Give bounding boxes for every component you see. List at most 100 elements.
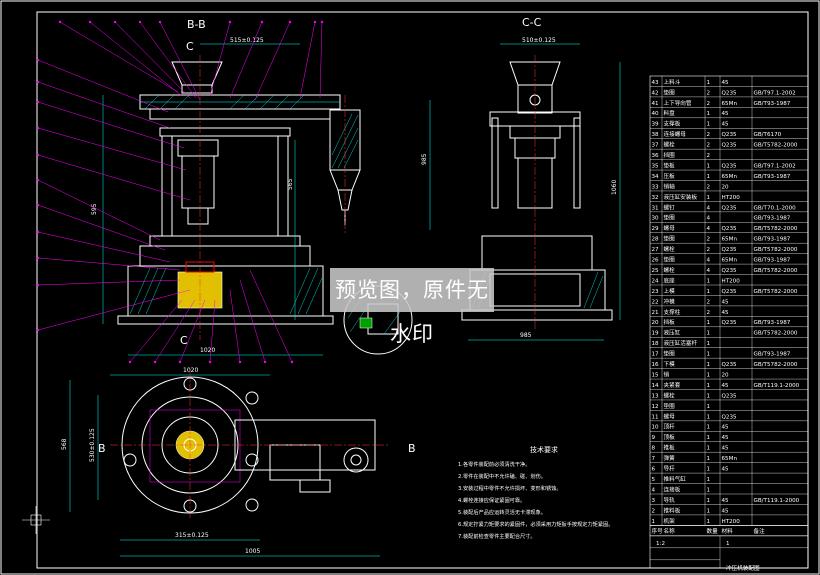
bom-cell-name: 液压缸安装板 [664, 193, 698, 201]
bom-cell-qty: 4 [707, 268, 711, 274]
bom-cell-note: GB/T6170 [754, 132, 782, 138]
bom-cell-note: GB/T5782-2000 [754, 247, 798, 253]
bom-cell-name: 上料斗 [664, 78, 681, 86]
dim-plan-bottom: 1005 [245, 548, 260, 555]
bom-cell-no: 40 [652, 111, 660, 117]
bom-cell-no: 12 [652, 404, 659, 410]
bom-cell-mat: Q235 [722, 289, 738, 295]
bom-cell-name: 螺栓 [664, 141, 676, 149]
dim-cc-height: 1060 [611, 180, 618, 195]
bom-cell-name: 支撑柱 [664, 308, 681, 316]
bom-cell-no: 20 [652, 320, 660, 326]
bom-cell-name: 挡板 [664, 318, 676, 326]
bom-cell-mat: 45 [722, 80, 730, 86]
bom-cell-note: GB/T93-1987 [754, 320, 791, 326]
ucs-icon [22, 506, 50, 534]
bom-cell-name: 冲模 [664, 297, 676, 305]
bom-cell-no: 37 [652, 143, 660, 149]
bom-cell-qty: 1 [707, 163, 711, 169]
bom-cell-mat: Q235 [722, 226, 738, 232]
bom-cell-qty: 1 [707, 111, 711, 117]
bom-cell-name: 底座 [664, 276, 676, 284]
bom-cell-no: 33 [652, 184, 660, 190]
bom-cell-no: 8 [652, 446, 656, 452]
dim-plan-inner: 315±0.125 [175, 532, 209, 539]
dim-top-width: 515±0.125 [230, 37, 264, 44]
cut-label-b-left: B [98, 442, 106, 455]
bom-cell-qty: 1 [707, 195, 711, 201]
bom-cell-no: 27 [652, 247, 660, 253]
bom-cell-name: 推料板 [664, 506, 681, 514]
bom-cell-no: 2 [652, 508, 656, 514]
bom-cell-qty: 2 [707, 184, 711, 190]
bom-cell-no: 19 [652, 331, 660, 337]
bom-cell-name: 顶板 [664, 433, 676, 441]
bom-cell-qty: 2 [707, 143, 711, 149]
bom-cell-no: 41 [652, 101, 660, 107]
bom-cell-qty: 2 [707, 299, 711, 305]
section-label-cc: C-C [522, 16, 542, 29]
bom-cell-note: GB/T70.1-2000 [754, 205, 797, 211]
bom-cell-no: 39 [652, 122, 660, 128]
bom-cell-qty: 1 [707, 341, 711, 347]
bom-cell-mat: Q235 [722, 132, 738, 138]
bom-cell-name: 液压缸 [664, 329, 681, 337]
bom-cell-qty: 4 [707, 216, 711, 222]
bom-cell-name: 导杆 [664, 465, 676, 473]
bom-cell-no: 16 [652, 362, 660, 368]
bom-cell-mat: Q235 [722, 320, 738, 326]
bom-cell-mat: Q235 [722, 143, 738, 149]
bom-cell-name: 垫圈 [664, 256, 676, 264]
bom-cell-note: GB/T5782-2000 [754, 289, 798, 295]
bom-header-name: 名称 [664, 527, 676, 535]
title-block-scale: 1:2 [656, 541, 665, 547]
tech-note-3: 3.安装过程中零件不允许损坏、变形和锈蚀。 [458, 484, 562, 492]
bom-cell-mat: 45 [722, 446, 730, 452]
bom-cell-no: 9 [652, 435, 656, 441]
bom-cell-qty: 2 [707, 132, 711, 138]
bom-cell-no: 1 [652, 519, 656, 525]
bom-cell-name: 垫板 [664, 161, 676, 169]
bom-cell-no: 25 [652, 268, 660, 274]
bom-cell-no: 18 [652, 341, 660, 347]
bom-cell-no: 29 [652, 226, 660, 232]
bom-cell-qty: 1 [707, 467, 711, 473]
bom-cell-no: 38 [652, 132, 660, 138]
tech-note-2: 2.零件在装配中不允许磕、碰、划伤。 [458, 472, 546, 480]
bom-cell-mat: HT200 [722, 278, 741, 284]
bom-cell-qty: 1 [707, 383, 711, 389]
bom-cell-qty: 1 [707, 174, 711, 180]
bom-cell-note: GB/T5782-2000 [754, 362, 798, 368]
bom-cell-no: 6 [652, 467, 656, 473]
bom-cell-qty: 4 [707, 205, 711, 211]
bom-cell-qty: 1 [707, 508, 711, 514]
bom-cell-mat: 65Mn [722, 101, 738, 107]
bom-cell-qty: 1 [707, 425, 711, 431]
bom-cell-note: GB/T93-1987 [754, 352, 791, 358]
bom-cell-name: 垫圈 [664, 350, 676, 358]
bom-cell-qty: 1 [707, 414, 711, 420]
section-label-bb: B-B [187, 18, 206, 31]
cut-label-c-top: C [186, 40, 194, 53]
bom-cell-note: GB/T93-1987 [754, 101, 791, 107]
bom-cell-no: 34 [652, 174, 660, 180]
bom-cell-mat: Q235 [722, 163, 738, 169]
dim-cc-top: 510±0.125 [522, 37, 556, 44]
bom-cell-name: 液压缸活塞杆 [664, 339, 698, 347]
watermark: 预览图，原件无水印 [330, 268, 494, 346]
dim-right-height: 985 [421, 153, 428, 165]
bom-cell-no: 10 [652, 425, 660, 431]
bom-cell-qty: 1 [707, 122, 711, 128]
tech-req-title: 技术要求 [530, 445, 558, 454]
dim-cc-bottom: 985 [520, 332, 532, 339]
dim-mid-height: 565 [287, 178, 294, 190]
tech-note-6: 6.规定拧紧力矩要求的紧固件，必须采用力矩扳手按规定力矩紧固。 [458, 520, 613, 528]
dim-front-total: 1020 [200, 347, 215, 354]
bom-cell-name: 垫圈 [664, 235, 676, 243]
bom-cell-mat: 45 [722, 111, 730, 117]
bom-cell-mat: 45 [722, 122, 730, 128]
bom-cell-qty: 2 [707, 153, 711, 159]
plan-view: 1020 B B 315±0.125 1005 568 530±0.125 [61, 367, 416, 557]
bom-cell-mat: HT200 [722, 519, 741, 525]
bom-cell-mat: Q235 [722, 268, 738, 274]
